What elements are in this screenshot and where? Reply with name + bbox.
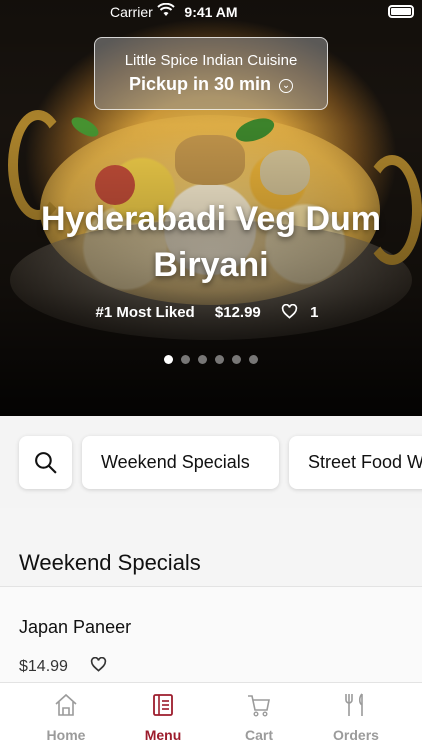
category-bar: Weekend Specials Street Food W [0, 416, 422, 508]
menu-item-price: $14.99 [19, 658, 68, 675]
tab-label: Home [46, 727, 86, 743]
search-icon [35, 452, 57, 474]
menu-icon [117, 691, 209, 719]
chevron-down-icon: ⌄ [279, 79, 294, 93]
rank-badge: #1 Most Liked [95, 304, 195, 321]
like-count: 1 [310, 304, 319, 321]
dish-price: $12.99 [214, 304, 261, 321]
battery-icon [388, 5, 414, 18]
pickup-time: Pickup in 30 min ⌄ [95, 74, 327, 95]
restaurant-selector[interactable]: Little Spice Indian Cuisine Pickup in 30… [94, 37, 328, 110]
tab-label: Cart [244, 727, 273, 743]
tab-label: Menu [144, 727, 182, 743]
carousel-indicator[interactable] [0, 351, 422, 369]
menu-item-like-button[interactable] [90, 656, 107, 677]
menu-item-name[interactable]: Japan Paneer [19, 617, 131, 638]
dish-meta: #1 Most Liked $12.99 1 [0, 303, 422, 321]
carousel-dot[interactable] [164, 355, 173, 364]
search-button[interactable] [19, 436, 72, 489]
tab-cart[interactable]: Cart [213, 691, 305, 743]
like-button[interactable]: 1 [281, 303, 327, 321]
section-title: Weekend Specials [19, 550, 201, 575]
carousel-dot[interactable] [232, 355, 241, 364]
tab-bar: Home Menu Cart Orders [0, 682, 422, 750]
category-chip-street-food[interactable]: Street Food W [289, 436, 422, 489]
heart-icon [90, 656, 107, 672]
carousel-dot[interactable] [181, 355, 190, 364]
tab-home[interactable]: Home [20, 691, 112, 743]
carousel-dot[interactable] [249, 355, 258, 364]
status-bar: Carrier 9:41 AM [0, 0, 422, 24]
tab-menu[interactable]: Menu [117, 691, 209, 743]
cart-icon [213, 691, 305, 719]
status-time: 9:41 AM [184, 4, 238, 20]
restaurant-name: Little Spice Indian Cuisine [124, 52, 298, 69]
heart-icon [281, 303, 298, 319]
category-chip-weekend-specials[interactable]: Weekend Specials [82, 436, 279, 489]
pickup-label: Pickup in 30 min [128, 74, 272, 94]
tab-label: Orders [333, 727, 379, 743]
carousel-dot[interactable] [215, 355, 224, 364]
tab-orders[interactable]: Orders [310, 691, 402, 743]
home-icon [20, 691, 112, 719]
carousel-dot[interactable] [198, 355, 207, 364]
orders-icon [310, 691, 402, 719]
dish-title: Hyderabadi Veg Dum Biryani [40, 200, 382, 284]
